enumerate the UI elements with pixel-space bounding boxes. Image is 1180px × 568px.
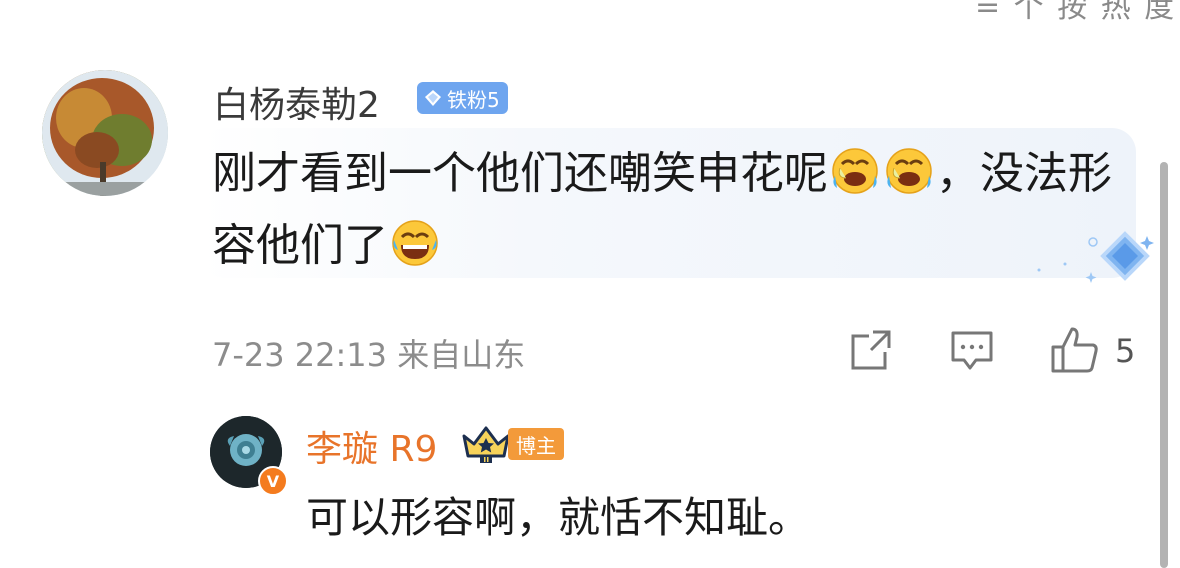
blogger-badge: 博主: [508, 428, 564, 460]
comment-text-part1: 刚才看到一个他们还嘲笑申花呢: [212, 148, 828, 199]
verified-badge: V: [258, 466, 288, 496]
reply-username[interactable]: 李璇 R9: [306, 420, 437, 472]
fan-diamond-decoration-icon: [1037, 231, 1154, 283]
laughing-emoji-icon: [392, 220, 438, 266]
reply-text: 可以形容啊，就恬不知耻。: [306, 493, 811, 542]
crying-laughing-emoji-icon: [832, 148, 878, 194]
scrollbar[interactable]: [1160, 162, 1168, 568]
crown-level-icon: [462, 426, 510, 463]
like-count: 5: [1115, 332, 1136, 370]
comment-username[interactable]: 白杨泰勒2: [213, 76, 380, 128]
diamond-icon: [425, 90, 441, 106]
fan-level-badge[interactable]: 铁粉5: [417, 82, 508, 114]
like-thumbs-up-icon[interactable]: [1050, 325, 1100, 375]
comment-reply-icon[interactable]: [950, 328, 994, 372]
crying-laughing-emoji-icon: [886, 148, 932, 194]
share-icon[interactable]: [849, 328, 893, 372]
comment-time-location: 7-23 22:13 来自山东: [212, 336, 526, 374]
tree-avatar-image: [42, 70, 168, 196]
comment-body: 刚才看到一个他们还嘲笑申花呢 ，没法形容他们了: [212, 138, 1112, 282]
avatar[interactable]: [42, 70, 168, 196]
fan-badge-label: 铁粉5: [447, 87, 500, 112]
sort-by-heat-label[interactable]: = 个 按 热 度: [975, 0, 1176, 26]
